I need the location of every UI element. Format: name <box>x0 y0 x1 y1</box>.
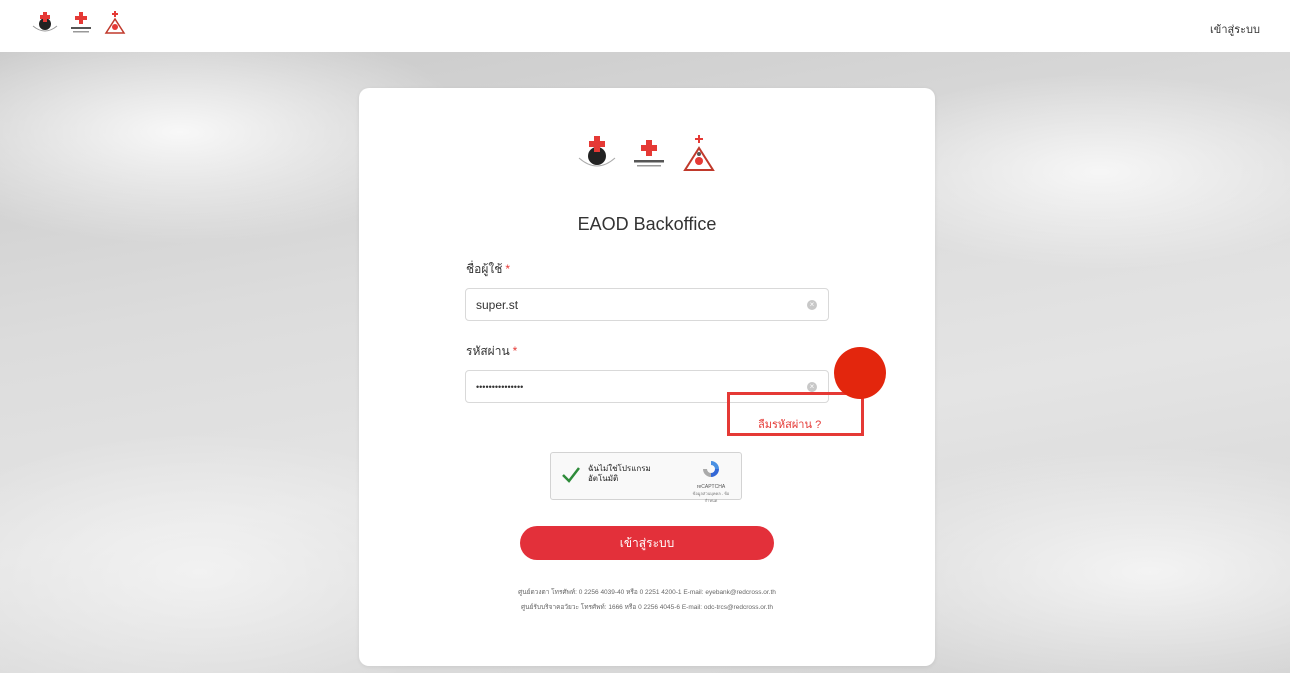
organ-donation-logo <box>683 135 715 171</box>
organ-donation-logo <box>104 11 126 34</box>
recaptcha-logo: reCAPTCHA ข้อมูลส่วนบุคคล - ข้อกำหนด <box>691 459 731 504</box>
clear-password-icon[interactable]: × <box>807 382 817 392</box>
eye-bank-logo <box>578 136 616 167</box>
top-bar: เข้าสู่ระบบ <box>0 0 1290 52</box>
card-logos <box>359 134 935 174</box>
username-input[interactable] <box>465 288 829 321</box>
recaptcha-label: ฉันไม่ใช่โปรแกรมอัตโนมัติ <box>588 464 651 483</box>
password-label-text: รหัสผ่าน <box>466 344 510 358</box>
click-marker-dot <box>834 347 886 399</box>
checkmark-icon[interactable] <box>561 466 581 484</box>
eye-bank-logo <box>32 12 58 32</box>
footer-contact-organ-donation: ศูนย์รับบริจาคอวัยวะ โทรศัพท์: 1666 หรือ… <box>521 604 773 611</box>
required-mark: * <box>512 344 518 358</box>
password-label: รหัสผ่าน * <box>466 342 517 361</box>
required-mark: * <box>505 262 511 276</box>
login-button[interactable]: เข้าสู่ระบบ <box>520 526 774 560</box>
clear-username-icon[interactable]: × <box>807 300 817 310</box>
recaptcha-icon <box>703 461 719 477</box>
highlight-annotation-box <box>727 392 864 436</box>
red-cross-logo <box>634 140 664 167</box>
page-title: EAOD Backoffice <box>577 214 717 234</box>
recaptcha-widget: ฉันไม่ใช่โปรแกรมอัตโนมัติ reCAPTCHA ข้อม… <box>550 452 742 503</box>
username-label: ชื่อผู้ใช้ * <box>466 260 510 279</box>
login-card: EAOD Backoffice ชื่อผู้ใช้* × รหัสผ่าน* … <box>359 88 935 666</box>
header-login-link[interactable]: เข้าสู่ระบบ <box>1210 20 1260 38</box>
red-cross-logo <box>71 12 91 33</box>
recaptcha-terms[interactable]: ข้อมูลส่วนบุคคล - ข้อกำหนด <box>691 490 731 504</box>
header-logos <box>30 10 128 36</box>
username-label-text: ชื่อผู้ใช้ <box>466 262 503 276</box>
footer-contact-eye-bank: ศูนย์ดวงตา โทรศัพท์: 0 2256 4039-40 หรือ… <box>518 589 776 596</box>
